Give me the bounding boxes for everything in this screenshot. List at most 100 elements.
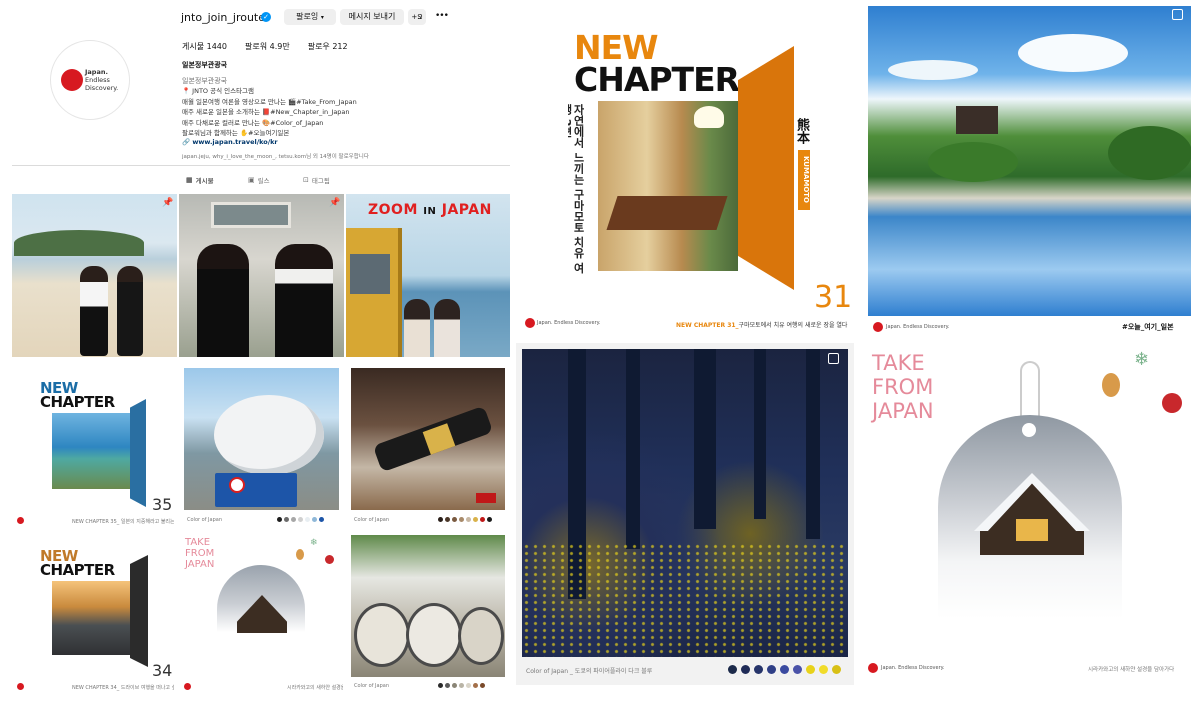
post-new-chapter-31[interactable]: NEW CHAPTER 자연에서 느끼는 구마모토 치유 여행 2편 熊本 KU… [516,6,861,338]
nc-side-panel [130,555,148,667]
bio-line: 📍 JNTO 공식 인스타그램 [182,87,255,95]
take-title: TAKE FROM JAPAN [185,537,214,570]
palette-dot [438,683,443,688]
add-person-button[interactable]: +Ջ [408,9,426,25]
avatar[interactable]: Japan. Endless Discovery. [50,40,130,120]
palette-dot [480,683,485,688]
take-title: TAKE FROM JAPAN [872,351,934,423]
post-sake-bottle[interactable]: Color of Japan [346,365,510,528]
username: jnto_join_jroute [181,11,266,24]
nc31-vertical-text: 자연에서 느끼는 구마모토 치유 여행 2편 [568,104,584,274]
palette-dot [473,517,478,522]
palette-dot [291,517,296,522]
stat-followers[interactable]: 팔로워 4.9만 [245,41,290,52]
profile-header: Japan. Endless Discovery. jnto_join_jrou… [0,0,515,190]
bio-line: 팔로워님과 함께하는 ✋#오늘여기일본 [182,129,290,137]
take-title-line: FROM [872,375,934,399]
grid-icon: ▦ [186,176,193,184]
palette [438,517,492,522]
island [14,230,144,256]
nc-title-line: CHAPTER [40,393,115,411]
palette-dot [445,683,450,688]
tree-clump [928,142,1018,182]
post-take-from-japan-large[interactable]: TAKE FROM JAPAN ❄ Japan. Endless Discove… [862,343,1194,685]
tab-label: 태그됨 [311,177,330,185]
post-take-from-japan-small[interactable]: TAKE FROM JAPAN ❄ 시라카와고의 새하얀 설경을 담아가다 [179,533,344,693]
woman-figure [80,266,108,356]
bio-line: 매주 새로운 일본을 소개하는 📕#New_Chapter_in_Japan [182,108,350,116]
nc-photo [52,413,130,489]
palette-dot [445,517,450,522]
garden-tag: #오늘_여기_일본 [1122,323,1174,331]
take-title-line: JAPAN [872,399,934,423]
tab-reels[interactable]: ▣ 릴스 [248,175,270,185]
message-button[interactable]: 메시지 보내기 [340,9,404,25]
logo-line: Japan. [85,68,108,76]
woman-figure [117,266,143,356]
palette-dot [305,517,310,522]
ornament-icon [296,549,304,560]
brand-label: Japan. Endless Discovery. [881,665,945,671]
firefly-caption: Color of Japan _ 도쿄의 파이어플라이 다크 블루 [526,668,653,675]
tag-string [1020,361,1040,419]
tree-trunk [754,349,766,519]
nc31-title-line: CHAPTER [574,60,740,99]
tab-tagged[interactable]: ⊡ 태그됨 [303,175,330,185]
stat-posts[interactable]: 게시물 1440 [182,41,227,52]
take-title-line: JAPAN [185,559,215,570]
post-nikka-barrels[interactable]: Color of Japan [346,533,510,693]
post-firefly-forest[interactable]: Color of Japan _ 도쿄의 파이어플라이 다크 블루 [516,343,854,685]
post-zoom-in-japan[interactable]: ZOOM IN JAPAN [346,194,510,357]
palette-dot [780,665,789,674]
bio-line: 매주 다채로운 컬러로 만나는 🎨#Color_of_Japan [182,118,324,127]
red-sign [476,493,496,503]
pin-icon: 📌 [329,198,341,208]
brand-label: Japan. Endless Discovery. [537,320,601,326]
nc-caption: NEW CHAPTER 34_ 드라이브 여행을 떠나고 싶을 때 추천드려요 [72,685,174,691]
nc31-caption-prefix: NEW CHAPTER 31_ [676,322,739,329]
nc31-title: NEW CHAPTER [574,31,740,99]
followed-by[interactable]: japan.jeju, why_i_love_the_moon_, tetsu.… [182,152,369,160]
firefly-palette [728,665,841,674]
more-options-icon[interactable]: ••• [435,11,449,21]
girl-figure [434,299,460,357]
tab-posts[interactable]: ▦ 게시물 [186,175,214,185]
profile-divider [12,165,510,166]
palette-dot [480,517,485,522]
girl-figure [404,299,430,357]
woman-figure [275,244,333,357]
logo-line: Discovery. [85,84,119,92]
post-new-chapter-35[interactable]: NEW CHAPTER 35 NEW CHAPTER 35_ 일본의 지중해라고… [12,365,177,528]
post-japanese-garden[interactable]: Japan. Endless Discovery. #오늘_여기_일본 [868,6,1191,338]
palette-dot [819,665,828,674]
ornament-icon [1102,373,1120,397]
stat-following[interactable]: 팔로우 212 [308,41,348,52]
verified-badge-icon: ✓ [261,12,271,22]
following-button[interactable]: 팔로잉 ▾ [284,9,336,25]
palette [438,683,485,688]
post-beach-two-women[interactable]: 📌 [12,194,177,357]
post-pufferfish[interactable]: Color of Japan [179,365,344,528]
brand-logo-icon [17,517,24,524]
palette-dot [728,665,737,674]
post-two-women-sunglasses[interactable]: 📌 [179,194,344,357]
profile-link[interactable]: 🔗 www.japan.travel/ko/kr [182,138,278,146]
take-title-line: TAKE [872,351,925,375]
take-caption: 시라카와고의 새하얀 설경을 담아가다 [1088,667,1175,673]
nc-title: NEW CHAPTER [40,381,115,411]
jnto-logo-icon [61,69,83,91]
post-new-chapter-34[interactable]: NEW CHAPTER 34 NEW CHAPTER 34_ 드라이브 여행을 … [12,533,177,693]
nc-number: 35 [152,495,173,514]
palette-dot [466,517,471,522]
take-title-line: FROM [185,548,215,559]
low-table [606,196,728,230]
reels-icon: ▣ [248,176,255,184]
ornament-icon [1162,393,1182,413]
palette-dot [473,683,478,688]
logo-line: Endless [85,76,110,84]
palette-dot [741,665,750,674]
palette-dot [754,665,763,674]
color-caption: Color of Japan [354,683,389,689]
nc31-kanji: 熊本 [794,118,809,144]
palette-dot [793,665,802,674]
